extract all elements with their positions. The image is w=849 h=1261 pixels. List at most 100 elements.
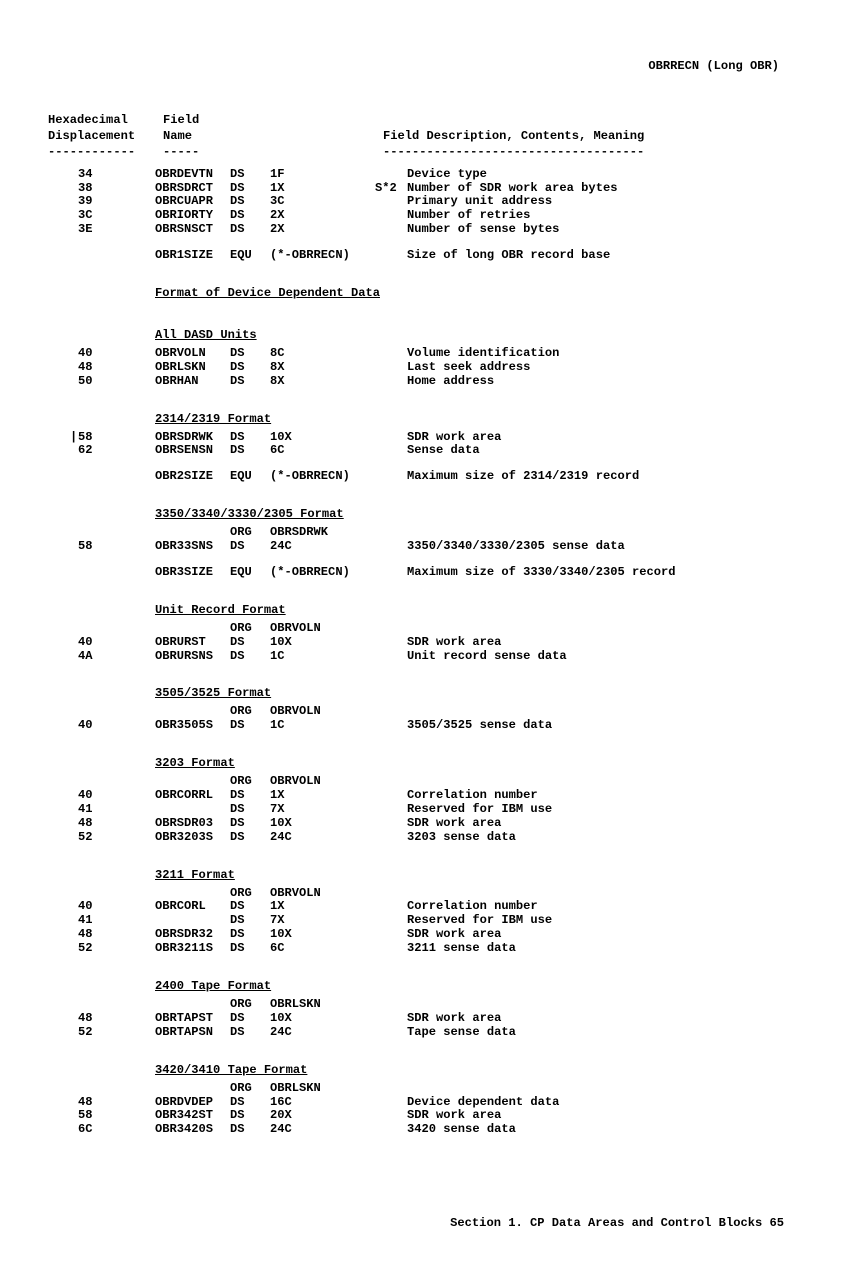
cell-len: 6C bbox=[270, 942, 375, 956]
header-disp-1: Hexadecimal bbox=[40, 114, 163, 128]
cell-op: DS bbox=[230, 431, 270, 445]
page-header: OBRRECN (Long OBR) bbox=[40, 60, 809, 74]
cell-desc: 3420 sense data bbox=[407, 1123, 809, 1137]
cell-desc: 3211 sense data bbox=[407, 942, 809, 956]
cell-flag bbox=[375, 1109, 407, 1123]
cell-op: EQU bbox=[230, 249, 270, 263]
cell-flag bbox=[375, 168, 407, 182]
cell-op: EQU bbox=[230, 470, 270, 484]
cell-desc: Size of long OBR record base bbox=[407, 249, 809, 263]
cell-disp bbox=[40, 470, 155, 484]
cell-orgval: OBRVOLN bbox=[270, 705, 375, 719]
cell-name bbox=[155, 803, 230, 817]
cell-len: 1C bbox=[270, 650, 375, 664]
section-title: 2314/2319 Format bbox=[155, 413, 809, 427]
section-title: All DASD Units bbox=[155, 329, 809, 343]
data-row: OBR2SIZE EQU (*-OBRRECN) Maximum size of… bbox=[40, 470, 809, 484]
cell-desc: Reserved for IBM use bbox=[407, 803, 809, 817]
data-row: 6C OBR3420S DS 24C 3420 sense data bbox=[40, 1123, 809, 1137]
cell-desc: SDR work area bbox=[407, 1109, 809, 1123]
cell-disp bbox=[40, 249, 155, 263]
section-title: 3420/3410 Tape Format bbox=[155, 1064, 809, 1078]
cell-flag bbox=[375, 375, 407, 389]
cell-name bbox=[155, 914, 230, 928]
cell-op: DS bbox=[230, 1123, 270, 1137]
cell-len: 10X bbox=[270, 431, 375, 445]
cell-len: 10X bbox=[270, 636, 375, 650]
cell-name: OBR1SIZE bbox=[155, 249, 230, 263]
cell-len: 1F bbox=[270, 168, 375, 182]
header-name-1: Field bbox=[163, 114, 383, 128]
cell-op: DS bbox=[230, 361, 270, 375]
cell-op: DS bbox=[230, 831, 270, 845]
cell-flag bbox=[375, 361, 407, 375]
cell-desc: Correlation number bbox=[407, 789, 809, 803]
cell-disp: 39 bbox=[40, 195, 155, 209]
cell-flag bbox=[375, 540, 407, 554]
cell-op: EQU bbox=[230, 566, 270, 580]
cell-name: OBRIORTY bbox=[155, 209, 230, 223]
cell-flag bbox=[375, 831, 407, 845]
cell-name: OBR3203S bbox=[155, 831, 230, 845]
cell-disp: 40 bbox=[40, 347, 155, 361]
cell-disp: 48 bbox=[40, 361, 155, 375]
cell-name: OBRCORRL bbox=[155, 789, 230, 803]
cell-op: DS bbox=[230, 789, 270, 803]
org-row: ORG OBRSDRWK bbox=[40, 526, 809, 540]
cell-op: ORG bbox=[230, 775, 270, 789]
cell-name: OBRSDR32 bbox=[155, 928, 230, 942]
cell-op: DS bbox=[230, 650, 270, 664]
data-row: 58 OBRSDRWK DS 10X SDR work area bbox=[40, 431, 809, 445]
cell-disp: 40 bbox=[40, 900, 155, 914]
data-row: 48 OBRTAPST DS 10X SDR work area bbox=[40, 1012, 809, 1026]
data-row: 40 OBR3505S DS 1C 3505/3525 sense data bbox=[40, 719, 809, 733]
cell-name: OBR3420S bbox=[155, 1123, 230, 1137]
cell-len: 16C bbox=[270, 1096, 375, 1110]
cell-op: DS bbox=[230, 636, 270, 650]
cell-orgval: OBRSDRWK bbox=[270, 526, 375, 540]
cell-disp: 3E bbox=[40, 223, 155, 237]
section-title: 3350/3340/3330/2305 Format bbox=[155, 508, 809, 522]
data-row: 52 OBR3203S DS 24C 3203 sense data bbox=[40, 831, 809, 845]
data-row: 62 OBRSENSN DS 6C Sense data bbox=[40, 444, 809, 458]
cell-orgval: OBRLSKN bbox=[270, 998, 375, 1012]
cell-op: DS bbox=[230, 817, 270, 831]
org-row: ORG OBRVOLN bbox=[40, 887, 809, 901]
cell-name: OBRCUAPR bbox=[155, 195, 230, 209]
cell-op: DS bbox=[230, 168, 270, 182]
cell-op: DS bbox=[230, 928, 270, 942]
cell-name: OBR3505S bbox=[155, 719, 230, 733]
cell-op: ORG bbox=[230, 622, 270, 636]
cell-len: 1X bbox=[270, 182, 375, 196]
cell-disp: 52 bbox=[40, 1026, 155, 1040]
data-row: 40 OBRCORL DS 1X Correlation number bbox=[40, 900, 809, 914]
cell-len: (*-OBRRECN) bbox=[270, 249, 375, 263]
cell-disp: 38 bbox=[40, 182, 155, 196]
cell-op: ORG bbox=[230, 526, 270, 540]
cell-desc: SDR work area bbox=[407, 636, 809, 650]
cell-op: DS bbox=[230, 1096, 270, 1110]
cell-op: DS bbox=[230, 347, 270, 361]
column-header-line1: Hexadecimal Field bbox=[40, 114, 809, 128]
rule-disp: ------------ bbox=[40, 146, 163, 160]
cell-len: 1X bbox=[270, 900, 375, 914]
cell-name: OBRVOLN bbox=[155, 347, 230, 361]
org-row: ORG OBRVOLN bbox=[40, 705, 809, 719]
cell-name: OBRTAPST bbox=[155, 1012, 230, 1026]
cell-name: OBRSDRCT bbox=[155, 182, 230, 196]
cell-flag: S*2 bbox=[375, 182, 407, 196]
cell-disp: 34 bbox=[40, 168, 155, 182]
cell-desc: Reserved for IBM use bbox=[407, 914, 809, 928]
cell-len: 20X bbox=[270, 1109, 375, 1123]
cell-disp: 48 bbox=[40, 817, 155, 831]
cell-len: 2X bbox=[270, 223, 375, 237]
cell-disp: 41 bbox=[40, 803, 155, 817]
cell-disp: 40 bbox=[40, 789, 155, 803]
cell-len: 1C bbox=[270, 719, 375, 733]
cell-name: OBRSNSCT bbox=[155, 223, 230, 237]
cell-desc: Sense data bbox=[407, 444, 809, 458]
cell-flag bbox=[375, 650, 407, 664]
cell-len: 8C bbox=[270, 347, 375, 361]
section-title: 3505/3525 Format bbox=[155, 687, 809, 701]
cell-op: DS bbox=[230, 540, 270, 554]
